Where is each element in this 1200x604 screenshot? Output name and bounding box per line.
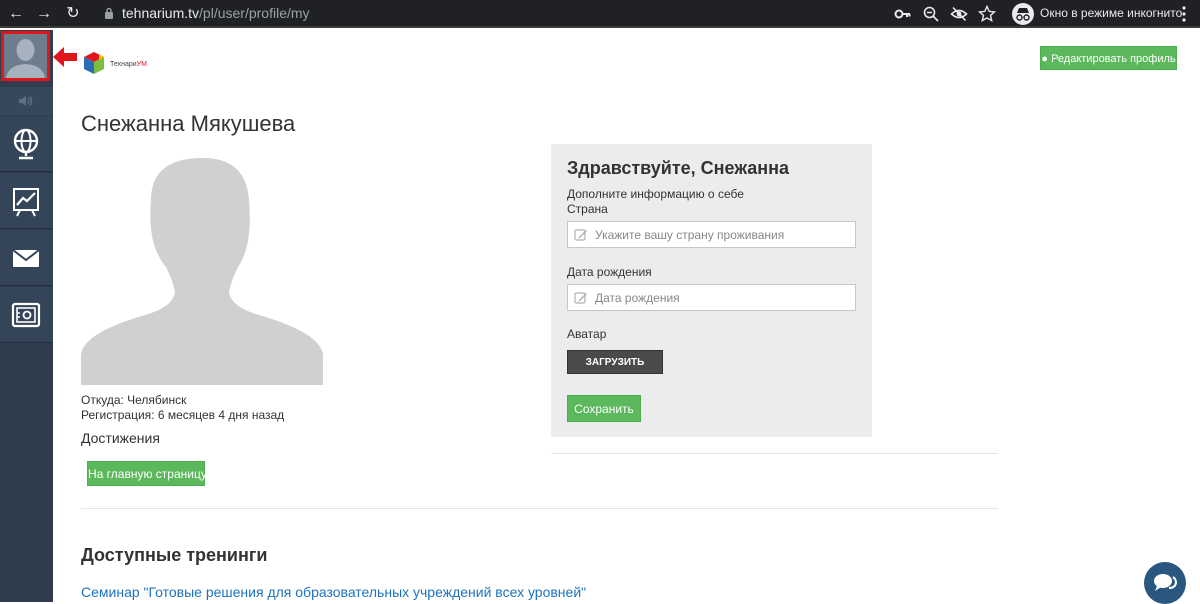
incognito-icon[interactable] <box>1012 3 1034 25</box>
profile-avatar <box>81 158 323 385</box>
red-arrow-icon <box>53 47 77 67</box>
logo-text: ТехнариУМ <box>110 61 147 68</box>
sidebar-item-mail[interactable] <box>0 230 53 286</box>
incognito-label[interactable]: Окно в режиме инкогнито <box>1040 6 1182 20</box>
chat-icon <box>1154 574 1177 591</box>
section-divider <box>81 508 998 509</box>
panel-divider <box>551 453 998 454</box>
country-field[interactable] <box>567 221 856 248</box>
home-page-button[interactable]: На главную страницу <box>87 461 207 486</box>
birthdate-input[interactable] <box>595 289 850 307</box>
pencil-icon <box>574 292 587 304</box>
kebab-menu-icon[interactable] <box>1182 6 1186 22</box>
trainings-heading: Доступные тренинги <box>81 545 268 565</box>
profile-completion-panel: Здравствуйте, Снежанна Дополните информа… <box>551 144 872 437</box>
reload-icon[interactable]: ↻ <box>63 4 83 24</box>
country-label: Страна <box>567 202 608 216</box>
forward-arrow-icon[interactable]: → <box>34 4 54 24</box>
sidebar-item-sound[interactable] <box>0 87 53 115</box>
logo-text-main: Технари <box>110 61 137 68</box>
user-small-icon: ● <box>1041 53 1048 65</box>
birthdate-label: Дата рождения <box>567 265 652 279</box>
training-link[interactable]: Семинар "Готовые решения для образовател… <box>81 584 586 600</box>
url-path: /pl/user/profile/my <box>199 5 310 21</box>
back-arrow-icon[interactable]: ← <box>6 4 26 24</box>
eye-off-icon[interactable] <box>950 5 968 23</box>
logo-text-accent: УМ <box>136 61 147 68</box>
safe-icon <box>11 302 41 328</box>
page-title: Снежанна Мякушева <box>81 111 296 136</box>
registration-text: Регистрация: 6 месяцев 4 дня назад <box>81 408 285 422</box>
lock-icon[interactable] <box>104 7 114 20</box>
user-icon <box>6 39 45 78</box>
greeting-heading: Здравствуйте, Снежанна <box>567 158 790 178</box>
sidebar-item-globe[interactable] <box>0 116 53 172</box>
browser-toolbar: ← → ↻ tehnarium.tv/pl/user/profile/my Ок… <box>0 0 1200 28</box>
mail-icon <box>12 249 40 267</box>
save-button[interactable]: Сохранить <box>567 395 641 422</box>
key-icon[interactable] <box>894 5 912 23</box>
achievements-heading: Достижения <box>81 430 160 446</box>
location-text: Откуда: Челябинск <box>81 393 187 407</box>
pencil-icon <box>574 229 587 241</box>
url-host: tehnarium.tv <box>122 5 200 21</box>
globe-icon <box>13 128 39 160</box>
zoom-icon[interactable] <box>922 5 940 23</box>
address-bar[interactable]: tehnarium.tv/pl/user/profile/my <box>122 5 310 21</box>
avatar-label: Аватар <box>567 327 607 341</box>
sidebar-avatar[interactable] <box>1 31 50 81</box>
speaker-icon <box>19 96 33 106</box>
panel-subtitle: Дополните информацию о себе <box>567 187 744 201</box>
chart-icon <box>13 188 39 217</box>
country-input[interactable] <box>595 226 850 244</box>
upload-avatar-button[interactable]: ЗАГРУЗИТЬ <box>567 350 663 374</box>
chat-button[interactable] <box>1144 562 1186 604</box>
edit-profile-label: Редактировать профиль <box>1051 53 1176 65</box>
sidebar-item-stats[interactable] <box>0 173 53 229</box>
star-icon[interactable] <box>978 5 996 23</box>
edit-profile-button[interactable]: ● Редактировать профиль <box>1040 46 1177 70</box>
birthdate-field[interactable] <box>567 284 856 311</box>
sidebar-item-safe[interactable] <box>0 287 53 343</box>
sidebar <box>0 30 53 602</box>
